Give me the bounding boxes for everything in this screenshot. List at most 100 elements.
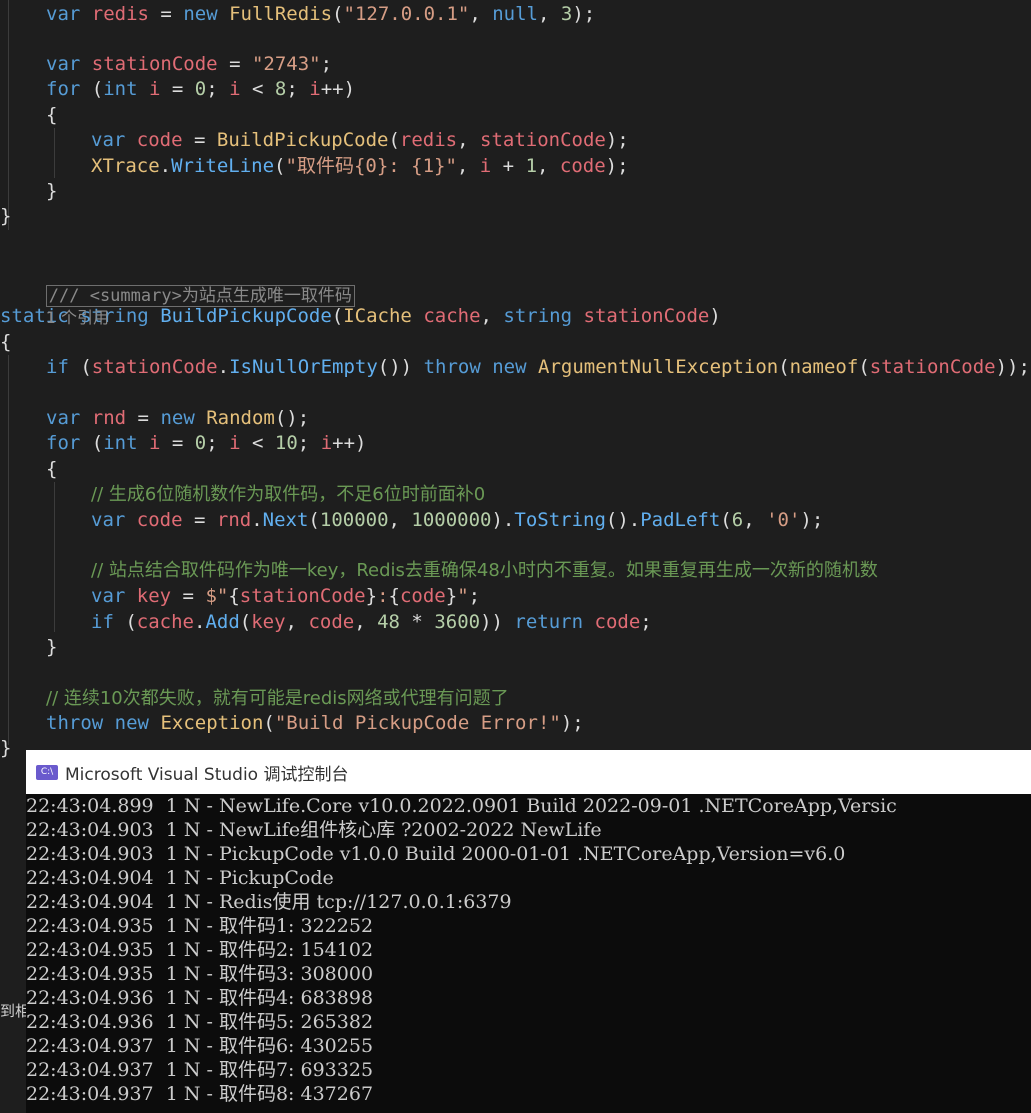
code-line: var key = $"{stationCode}:{code}"; xyxy=(91,584,480,609)
code-token: , xyxy=(538,3,561,25)
code-token: ); xyxy=(800,509,824,531)
code-token: 0 xyxy=(194,432,207,454)
indent-guide xyxy=(8,0,9,230)
code-token: "取件码{0}: {1}" xyxy=(285,155,457,177)
code-token: ); xyxy=(605,155,629,177)
code-token: = xyxy=(126,407,161,429)
code-token: ICache xyxy=(343,305,412,327)
code-token: new xyxy=(114,712,149,734)
code-token: ( xyxy=(308,509,320,531)
code-token: , xyxy=(469,3,493,25)
code-token: string xyxy=(503,305,573,327)
code-token: } xyxy=(365,585,378,607)
code-token: var xyxy=(46,407,81,429)
code-token: , xyxy=(354,611,378,633)
code-token: WriteLine xyxy=(171,155,275,177)
code-line: { xyxy=(46,103,57,128)
codelens-line: 1 个引用 xyxy=(0,280,109,327)
code-token: . xyxy=(159,155,172,177)
code-token: code xyxy=(136,129,183,151)
code-token: < xyxy=(240,78,275,100)
code-token: 10 xyxy=(274,432,298,454)
code-token: XTrace xyxy=(91,155,160,177)
code-token: { xyxy=(46,458,58,480)
code-token: // 站点结合取件码作为唯一key，Redis去重确保48小时内不重复。如果重复… xyxy=(91,560,878,581)
code-token: FullRedis xyxy=(229,3,333,25)
code-token: ( xyxy=(858,356,870,378)
code-token: { xyxy=(228,585,240,607)
code-token: ; xyxy=(640,611,652,633)
code-token: : xyxy=(377,585,389,607)
code-line: if (cache.Add(key, code, 48 * 3600)) ret… xyxy=(91,610,652,635)
code-token: } xyxy=(0,737,12,759)
code-token: cache xyxy=(423,305,481,327)
code-token: stationCode xyxy=(869,356,996,378)
code-token: ); xyxy=(605,129,629,151)
code-token: ++) xyxy=(332,432,367,454)
code-token: "127.0.0.1" xyxy=(343,3,470,25)
code-token: * xyxy=(399,611,435,633)
console-line: 22:43:04.903 1 N - NewLife组件核心库 ?2002-20… xyxy=(26,819,602,841)
code-token: )); xyxy=(995,356,1030,378)
console-line: 22:43:04.937 1 N - 取件码6: 430255 xyxy=(26,1035,374,1057)
code-line: XTrace.WriteLine("取件码{0}: {1}", i + 1, c… xyxy=(91,154,629,179)
debug-console-window[interactable]: C:\ Microsoft Visual Studio 调试控制台 22:43:… xyxy=(26,750,1031,1113)
code-token: key xyxy=(136,585,172,607)
console-titlebar[interactable]: C:\ Microsoft Visual Studio 调试控制台 xyxy=(26,750,1031,794)
code-token: , xyxy=(388,509,412,531)
code-line: } xyxy=(0,204,11,229)
code-line: var rnd = new Random(); xyxy=(46,406,309,431)
code-token: 100000 xyxy=(319,509,389,531)
code-line: { xyxy=(46,457,57,482)
code-token: } xyxy=(46,636,58,658)
code-token: cache xyxy=(136,611,194,633)
code-token: (). xyxy=(605,509,641,531)
code-token: , xyxy=(456,155,480,177)
code-token: nameof xyxy=(789,356,859,378)
console-line: 22:43:04.935 1 N - 取件码3: 308000 xyxy=(26,963,374,985)
code-token: ); xyxy=(572,3,596,25)
code-line: } xyxy=(46,635,57,660)
code-token: BuildPickupCode xyxy=(216,129,389,151)
code-token: int xyxy=(103,78,138,100)
code-line: } xyxy=(0,736,11,760)
code-token: 6 xyxy=(731,509,744,531)
code-token: stationCode xyxy=(239,585,366,607)
code-token: ; xyxy=(206,78,230,100)
console-title: Microsoft Visual Studio 调试控制台 xyxy=(65,764,349,785)
code-token: int xyxy=(103,432,138,454)
code-token: '0' xyxy=(766,509,801,531)
code-line: var code = BuildPickupCode(redis, statio… xyxy=(91,128,629,153)
code-token: } xyxy=(0,205,12,227)
indent-guide xyxy=(8,355,9,745)
code-token: ( xyxy=(80,78,104,100)
code-token: , xyxy=(743,509,767,531)
code-token: ( xyxy=(332,3,344,25)
code-token: throw xyxy=(46,712,104,734)
code-token: new xyxy=(183,3,218,25)
code-token: ( xyxy=(80,432,104,454)
references-codelens[interactable]: 1 个引用 xyxy=(46,308,109,327)
code-token: ( xyxy=(68,356,92,378)
cmd-icon: C:\ xyxy=(36,764,58,780)
code-token: + xyxy=(491,155,526,177)
console-line: 22:43:04.904 1 N - Redis使用 tcp://127.0.0… xyxy=(26,891,512,913)
code-token: redis xyxy=(91,3,149,25)
code-token: 1000000 xyxy=(411,509,492,531)
code-token: Next xyxy=(262,509,309,531)
code-token: code xyxy=(559,155,606,177)
code-editor[interactable]: var redis = new FullRedis("127.0.0.1", n… xyxy=(0,0,1031,760)
console-line: 22:43:04.903 1 N - PickupCode v1.0.0 Bui… xyxy=(26,843,846,865)
code-token: = xyxy=(217,53,252,75)
code-token: )) xyxy=(480,611,515,633)
code-token: ). xyxy=(491,509,515,531)
code-token: ( xyxy=(388,129,400,151)
code-token: 0 xyxy=(194,78,207,100)
